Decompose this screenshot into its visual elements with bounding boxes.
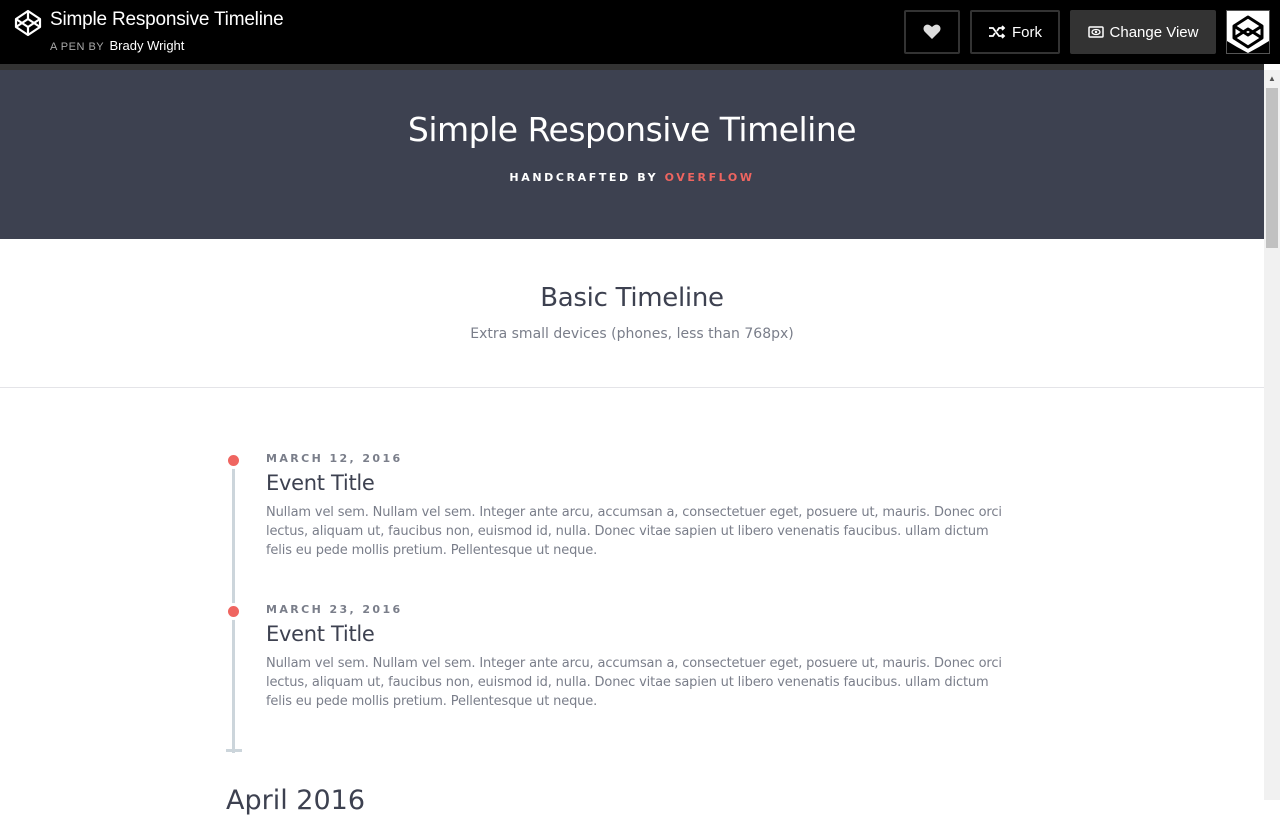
scroll-thumb[interactable] [1266,88,1278,248]
timeline-body: Nullam vel sem. Nullam vel sem. Integer … [266,656,1002,709]
heart-button[interactable] [904,10,960,54]
timeline-date: MARCH 23, 2016 [266,603,403,616]
scroll-up-arrow-icon[interactable]: ▲ [1264,70,1280,86]
pen-by-prefix: A PEN BY [50,41,104,53]
timeline-title: Event Title [266,471,375,495]
change-view-button[interactable]: Change View [1070,10,1216,54]
timeline-body: Nullam vel sem. Nullam vel sem. Integer … [266,505,1002,558]
fork-button[interactable]: Fork [970,10,1060,54]
hero-subtitle: HANDCRAFTED BY OVERFLOW [0,171,1264,184]
fork-icon [989,25,1006,39]
codepen-avatar-icon [1227,11,1269,53]
eye-icon [1087,26,1104,38]
fork-label: Fork [1012,23,1042,41]
timeline-date: MARCH 12, 2016 [266,452,403,465]
pen-title: Simple Responsive Timeline [50,9,284,30]
hero-title: Simple Responsive Timeline [407,110,857,149]
overflow-link[interactable]: OVERFLOW [665,171,755,184]
pen-byline: A PEN BY Brady Wright [50,38,184,53]
section-header: Basic Timeline Extra small devices (phon… [0,239,1264,388]
change-view-label: Change View [1109,23,1199,41]
timeline-marker [226,453,241,468]
timeline-end-cap [226,749,242,752]
vertical-scrollbar[interactable]: ▲ [1264,70,1280,800]
month-heading: April 2016 [226,785,366,816]
hero-subtitle-prefix: HANDCRAFTED BY [509,171,659,184]
heart-icon [923,24,941,39]
codepen-logo-icon[interactable] [14,9,42,37]
codepen-header: Simple Responsive Timeline A PEN BY Brad… [0,0,1280,64]
timeline-marker [226,604,241,619]
timeline-title: Event Title [266,622,375,646]
section-title: Basic Timeline [540,283,724,313]
author-link[interactable]: Brady Wright [110,38,185,53]
section-subtitle: Extra small devices (phones, less than 7… [470,326,794,342]
hero-banner: Simple Responsive Timeline HANDCRAFTED B… [0,70,1264,239]
user-avatar[interactable] [1226,10,1270,54]
